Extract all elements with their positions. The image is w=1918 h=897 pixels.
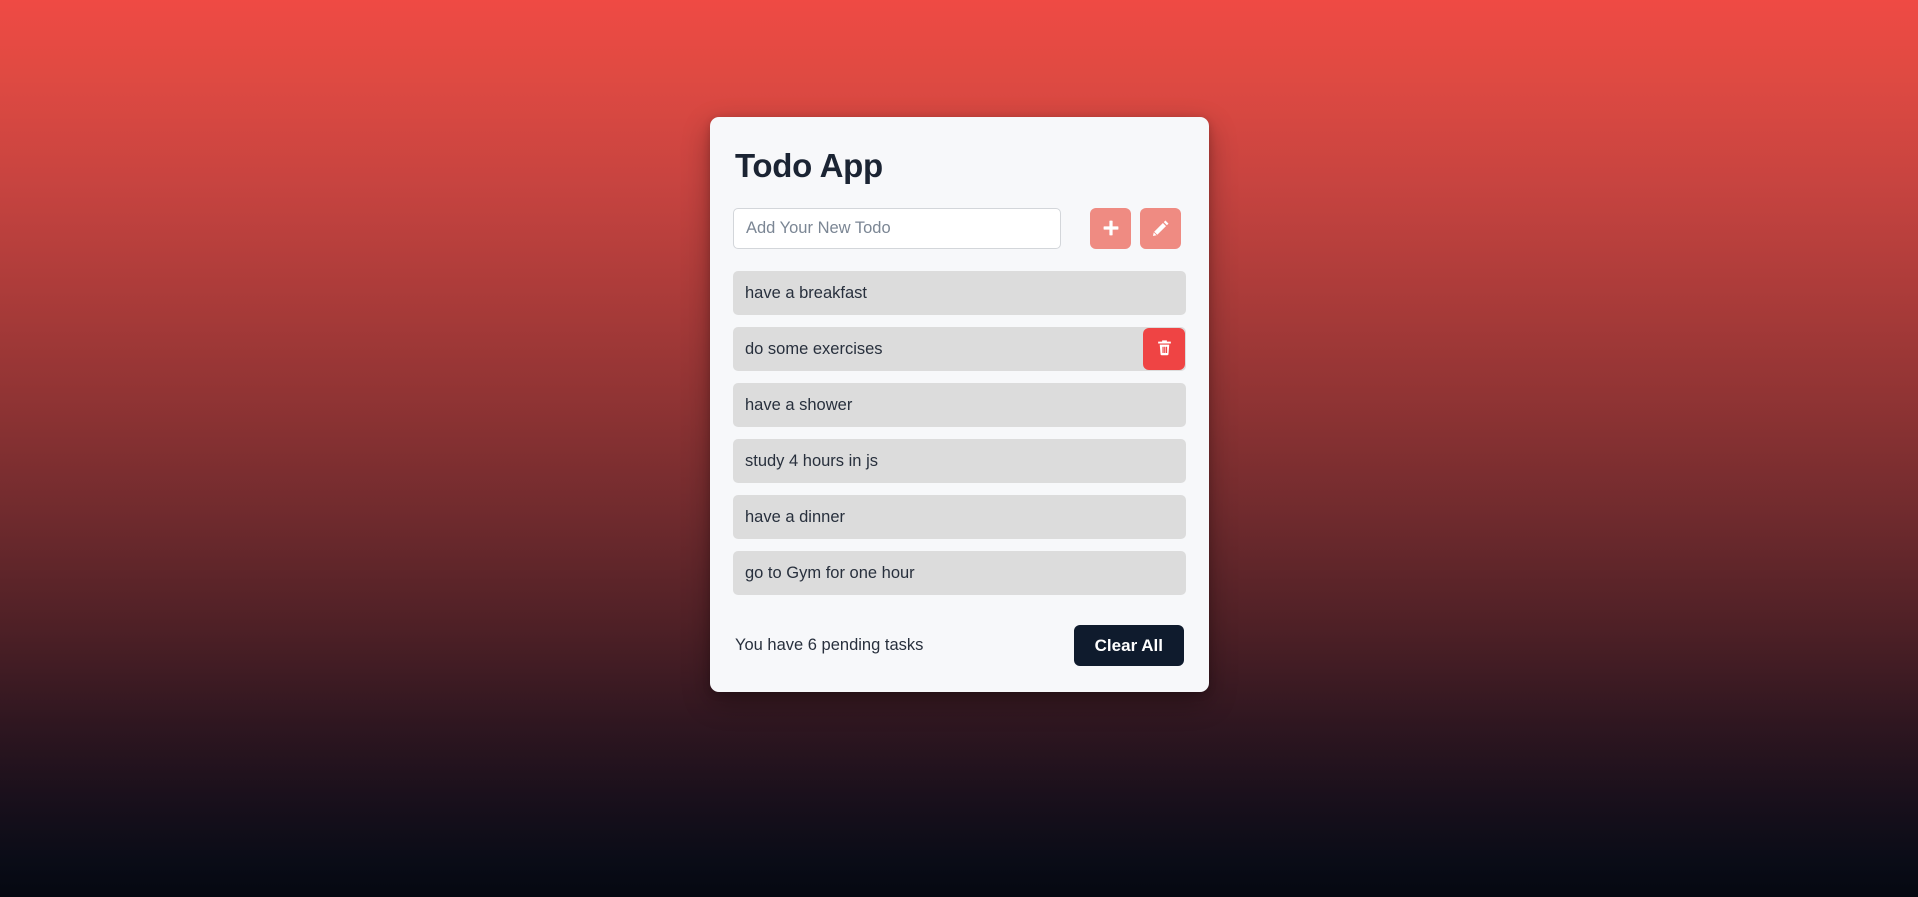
- action-buttons-group: [1090, 207, 1181, 249]
- todo-item-label: have a breakfast: [745, 283, 867, 302]
- todo-item[interactable]: have a shower: [733, 382, 1186, 427]
- new-todo-input[interactable]: [733, 207, 1061, 249]
- todo-item-label: have a dinner: [745, 507, 845, 526]
- todo-item-label: do some exercises: [745, 339, 883, 358]
- todo-footer: You have 6 pending tasks Clear All: [733, 624, 1186, 666]
- todo-item[interactable]: study 4 hours in js: [733, 438, 1186, 483]
- todo-item[interactable]: have a dinner: [733, 494, 1186, 539]
- todo-item-label: go to Gym for one hour: [745, 563, 915, 582]
- clear-all-button[interactable]: Clear All: [1073, 624, 1184, 666]
- plus-icon: [1101, 218, 1121, 238]
- todo-item[interactable]: have a breakfast: [733, 270, 1186, 315]
- todo-item[interactable]: do some exercises: [733, 326, 1186, 371]
- page-title: Todo App: [735, 147, 883, 184]
- edit-todo-button[interactable]: [1140, 207, 1181, 249]
- pending-tasks-label: You have 6 pending tasks: [735, 635, 924, 654]
- add-todo-button[interactable]: [1090, 207, 1131, 249]
- trash-icon: [1155, 338, 1174, 360]
- todo-item-label: study 4 hours in js: [745, 451, 878, 470]
- add-todo-row: [733, 207, 1186, 249]
- pencil-icon: [1151, 218, 1171, 238]
- todo-app-card: Todo App Add Your New Todo have a breakf…: [710, 117, 1209, 692]
- todo-item[interactable]: go to Gym for one hour: [733, 550, 1186, 595]
- delete-todo-button[interactable]: [1143, 327, 1185, 370]
- todo-list: have a breakfast do some exercises have a …: [733, 270, 1186, 595]
- todo-item-label: have a shower: [745, 395, 853, 414]
